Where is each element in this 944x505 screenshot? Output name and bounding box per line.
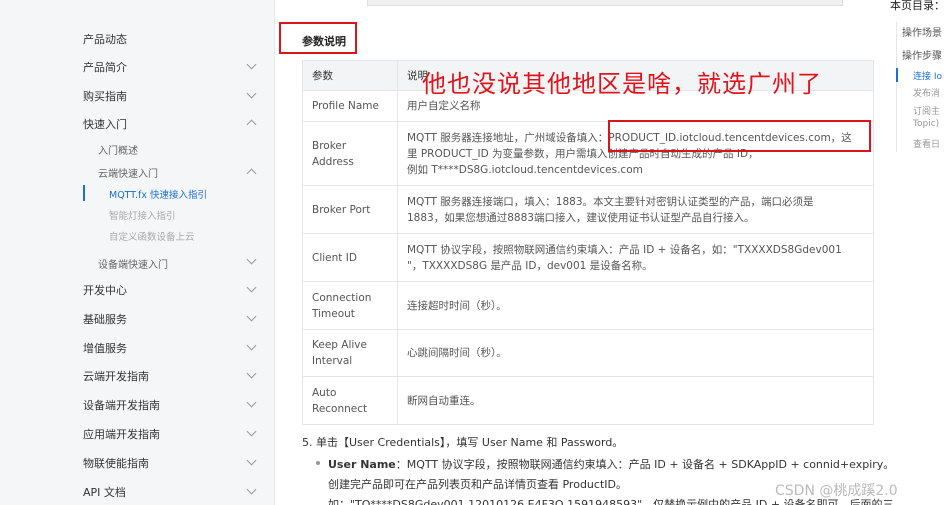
toc-sub-topic[interactable]: Topic)	[913, 119, 939, 129]
param-desc: 连接超时时间（秒）。	[397, 281, 874, 330]
sidebar-item-quickstart[interactable]: 快速入门	[83, 116, 127, 132]
table-row: Client ID MQTT 协议字段，按照物联网通信约束填入：产品 ID + …	[302, 233, 874, 282]
param-desc: 心跳间隔时间（秒）。	[397, 329, 874, 377]
sidebar-item-api-docs[interactable]: API 文档	[83, 484, 126, 500]
sidebar-item-value-added[interactable]: 增值服务	[83, 340, 127, 356]
chevron-down-icon[interactable]	[246, 311, 257, 322]
table-header-param: 参数	[302, 60, 398, 91]
chevron-down-icon[interactable]	[246, 59, 257, 70]
sidebar-item-product-news[interactable]: 产品动态	[83, 31, 127, 47]
chevron-down-icon[interactable]	[246, 397, 257, 408]
param-name: Broker Address	[302, 121, 398, 186]
param-desc: MQTT 协议字段，按照物联网通信约束填入：产品 ID + 设备名，如："TXX…	[397, 233, 874, 282]
params-table: 参数 说明 Profile Name 用户自定义名称 Broker Addres…	[302, 60, 874, 425]
sidebar-item-cloud-quickstart[interactable]: 云端快速入门	[98, 165, 158, 180]
chevron-up-icon[interactable]	[246, 119, 257, 130]
chevron-down-icon[interactable]	[246, 484, 257, 495]
sidebar-item-smart-light[interactable]: 智能灯接入指引	[109, 208, 176, 222]
chevron-down-icon[interactable]	[246, 368, 257, 379]
sidebar-item-overview[interactable]: 入门概述	[98, 142, 138, 157]
toc-divider	[896, 22, 897, 152]
chevron-up-icon[interactable]	[246, 168, 257, 179]
active-indicator	[83, 185, 85, 201]
user-name-line-2: 创建完产品即可在产品列表页和产品详情页查看 ProductID。	[328, 478, 627, 491]
highlight-box-address	[608, 120, 871, 152]
chevron-down-icon[interactable]	[246, 426, 257, 437]
sidebar-item-dev-center[interactable]: 开发中心	[83, 282, 127, 298]
sidebar-item-basic-services[interactable]: 基础服务	[83, 311, 127, 327]
chevron-down-icon[interactable]	[246, 340, 257, 351]
sidebar-item-device-dev[interactable]: 设备端开发指南	[83, 397, 160, 413]
sidebar-item-purchase[interactable]: 购买指南	[83, 88, 127, 104]
table-row: Broker Port MQTT 服务器连接端口，填入：1883。本文主要针对密…	[302, 185, 874, 234]
code-block-edge	[367, 0, 843, 6]
sidebar-item-product-intro[interactable]: 产品简介	[83, 59, 127, 75]
toc-item-scenario[interactable]: 操作场景	[902, 24, 942, 39]
highlight-box-title	[279, 22, 357, 54]
chevron-down-icon[interactable]	[246, 88, 257, 99]
chevron-down-icon[interactable]	[246, 282, 257, 293]
csdn-watermark: CSDN @桃成蹊2.0	[775, 483, 898, 499]
param-name: Broker Port	[302, 185, 398, 234]
toc-item-steps[interactable]: 操作步骤	[902, 47, 942, 62]
sidebar-item-iot-enable[interactable]: 物联使能指南	[83, 455, 149, 471]
sidebar-nav: 产品动态 产品简介 购买指南 快速入门 入门概述 云端快速入门 MQTT.fx …	[0, 0, 275, 505]
table-row: Keep Alive Interval 心跳间隔时间（秒）。	[302, 329, 874, 377]
param-name: Auto Reconnect	[302, 376, 398, 425]
param-desc: MQTT 服务器连接端口，填入：1883。本文主要针对密钥认证类型的产品，端口必…	[397, 185, 874, 234]
sidebar-item-custom-function[interactable]: 自定义函数设备上云	[109, 229, 195, 243]
user-name-desc: ：MQTT 协议字段，按照物联网通信约束填入：产品 ID + 设备名 + SDK…	[395, 458, 895, 471]
param-name: Keep Alive Interval	[302, 329, 398, 377]
toc-sub-publish[interactable]: 发布消	[913, 86, 940, 99]
toc-title: 本页目录：	[890, 0, 944, 12]
sidebar-item-device-quickstart[interactable]: 设备端快速入门	[98, 256, 168, 271]
user-name-line: User Name：MQTT 协议字段，按照物联网通信约束填入：产品 ID + …	[328, 456, 894, 472]
param-name: Connection Timeout	[302, 281, 398, 330]
bullet-dot	[316, 461, 320, 465]
handwritten-annotation: 他也没说其他地区是啥，就选广州了	[422, 70, 822, 98]
toc-sub-connect[interactable]: 连接 Io	[913, 69, 942, 82]
toc-sub-subscribe[interactable]: 订阅主	[913, 104, 940, 117]
table-row: Connection Timeout 连接超时时间（秒）。	[302, 281, 874, 330]
param-name: Profile Name	[302, 90, 398, 122]
sidebar-item-cloud-dev[interactable]: 云端开发指南	[83, 368, 149, 384]
toc-sub-logs[interactable]: 查看日	[913, 137, 940, 150]
table-row: Auto Reconnect 断网自动重连。	[302, 376, 874, 425]
sidebar-item-app-dev[interactable]: 应用端开发指南	[83, 426, 160, 442]
chevron-down-icon[interactable]	[246, 455, 257, 466]
toc-active-indicator	[896, 68, 898, 82]
sidebar-item-mqttfx[interactable]: MQTT.fx 快速接入指引	[109, 187, 207, 201]
param-desc: 断网自动重连。	[397, 376, 874, 425]
step-5-text: 5. 单击【User Credentials】，填写 User Name 和 P…	[302, 436, 624, 449]
chevron-down-icon[interactable]	[246, 254, 257, 265]
param-name: Client ID	[302, 233, 398, 282]
user-name-label: User Name	[328, 458, 396, 471]
